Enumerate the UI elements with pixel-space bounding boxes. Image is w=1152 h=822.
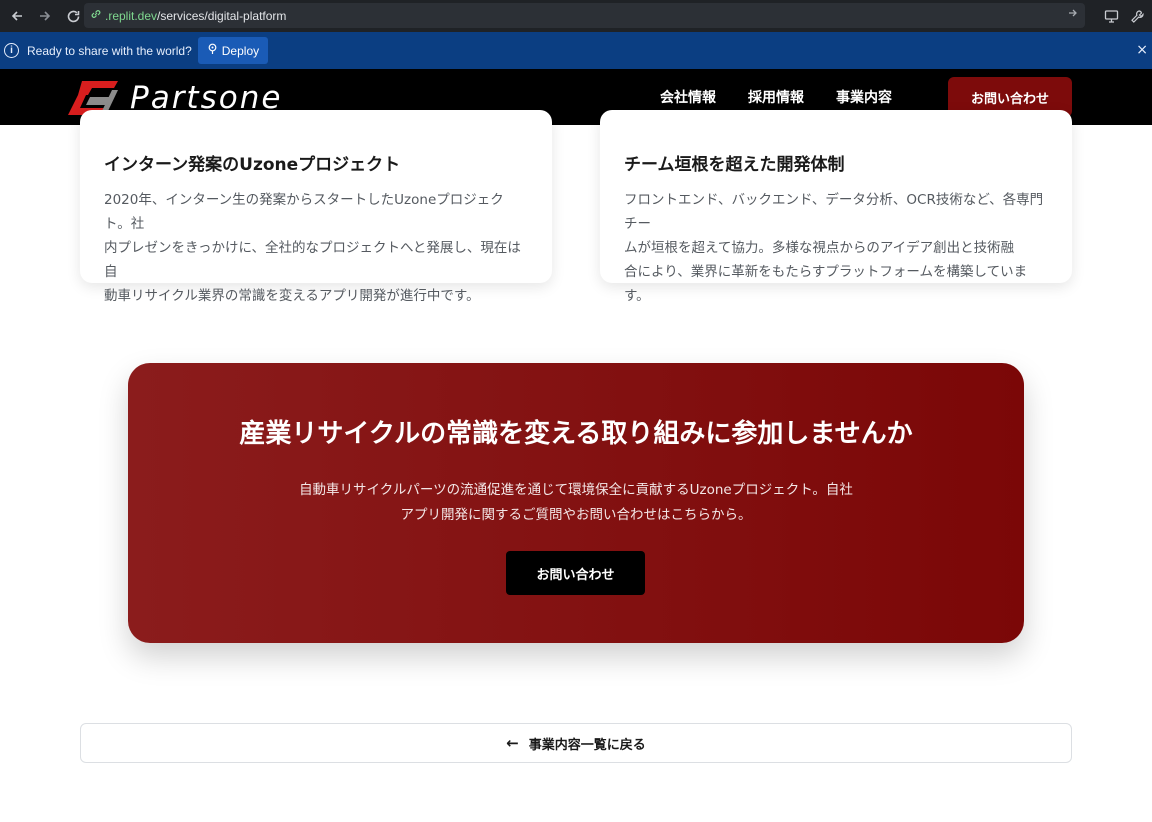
card-body-line: 2020年、インターン生の発案からスタートしたUzoneプロジェクト。社 [104, 192, 504, 232]
back-to-services-button[interactable]: ← 事業内容一覧に戻る [80, 723, 1072, 763]
nav-recruitment[interactable]: 採用情報 [748, 87, 804, 107]
deploy-icon [207, 43, 218, 58]
info-icon: i [4, 43, 19, 58]
replit-deploy-banner: i Ready to share with the world? Deploy … [0, 32, 1152, 69]
back-arrow-icon[interactable] [6, 5, 28, 27]
card-title: チーム垣根を超えた開発体制 [624, 155, 845, 175]
card-body-line: ムが垣根を超えて協力。多様な視点からのアイデア創出と技術融 [624, 240, 1015, 256]
card-body-line: 合により、業界に革新をもたらすプラットフォームを構築しています。 [624, 264, 1028, 304]
card-body-line: 動車リサイクル業界の常識を変えるアプリ開発が進行中です。 [104, 288, 480, 304]
cta-heading: 産業リサイクルの常識を変える取り組みに参加しませんか [239, 419, 913, 449]
cta-description-line: 自動車リサイクルパーツの流通促進を通じて環境保全に貢献するUzoneプロジェクト… [299, 482, 853, 498]
close-icon[interactable]: × [1136, 42, 1148, 58]
url-path: /services/digital-platform [157, 8, 287, 23]
cta-description-line: アプリ開発に関するご質問やお問い合わせはこちらから。 [400, 507, 752, 523]
link-icon [90, 8, 102, 23]
feature-card-intern-project: インターン発案のUzoneプロジェクト 2020年、インターン生の発案からスター… [80, 110, 552, 304]
card-title: インターン発案のUzoneプロジェクト [104, 155, 401, 175]
url-domain: .replit.dev [105, 8, 158, 23]
browser-toolbar: .replit.dev/services/digital-platform [0, 0, 1152, 32]
arrow-left-icon: ← [506, 734, 519, 752]
card-body-line: フロントエンド、バックエンド、データ分析、OCR技術など、各専門チー [624, 192, 1044, 232]
deploy-label: Deploy [221, 43, 260, 58]
feature-card-team-structure: チーム垣根を超えた開発体制 フロントエンド、バックエンド、データ分析、OCR技術… [600, 110, 1072, 304]
forward-arrow-icon[interactable] [34, 5, 56, 27]
go-arrow-icon[interactable] [1067, 7, 1079, 22]
monitor-icon[interactable] [1102, 7, 1120, 25]
back-label: 事業内容一覧に戻る [528, 737, 646, 753]
card-body-line: 内プレゼンをきっかけに、全社的なプロジェクトへと発展し、現在は自 [104, 240, 521, 280]
card-body: 2020年、インターン生の発案からスタートしたUzoneプロジェクト。社 内プレ… [104, 188, 528, 308]
nav-services[interactable]: 事業内容 [836, 87, 892, 107]
cta-contact-button[interactable]: お問い合わせ [506, 551, 645, 595]
address-bar[interactable]: .replit.dev/services/digital-platform [84, 3, 1085, 28]
wrench-icon[interactable] [1128, 7, 1146, 25]
deploy-button[interactable]: Deploy [197, 37, 269, 64]
card-body: フロントエンド、バックエンド、データ分析、OCR技術など、各専門チー ムが垣根を… [624, 188, 1048, 308]
join-cta-section: 産業リサイクルの常識を変える取り組みに参加しませんか 自動車リサイクルパーツの流… [128, 363, 1024, 643]
reload-icon[interactable] [62, 5, 84, 27]
nav-company-info[interactable]: 会社情報 [660, 87, 716, 107]
cta-description: 自動車リサイクルパーツの流通促進を通じて環境保全に貢献するUzoneプロジェクト… [286, 478, 866, 528]
deploy-message: Ready to share with the world? [27, 43, 192, 58]
